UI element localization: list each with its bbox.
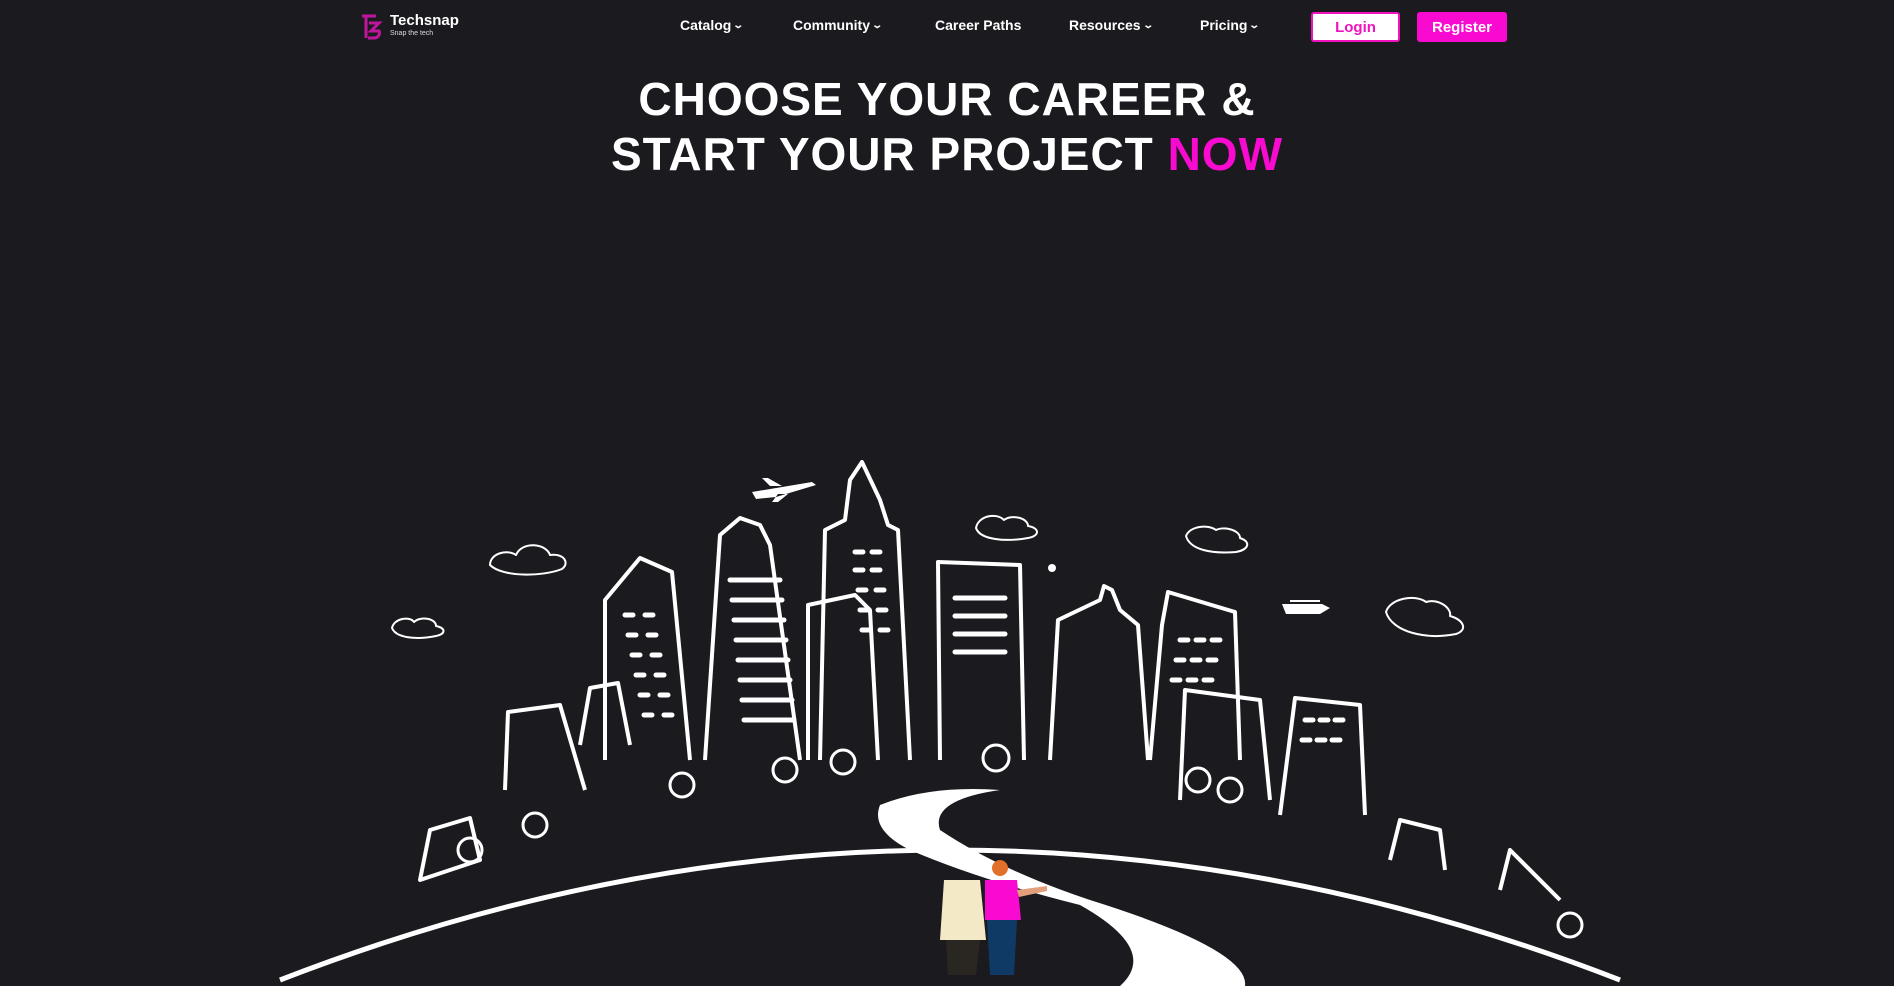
aircraft bbox=[752, 478, 1330, 614]
clouds bbox=[391, 514, 1465, 639]
road bbox=[878, 789, 1246, 986]
city-illustration bbox=[279, 460, 1621, 986]
buildings bbox=[418, 460, 1562, 902]
trees bbox=[456, 743, 1584, 939]
